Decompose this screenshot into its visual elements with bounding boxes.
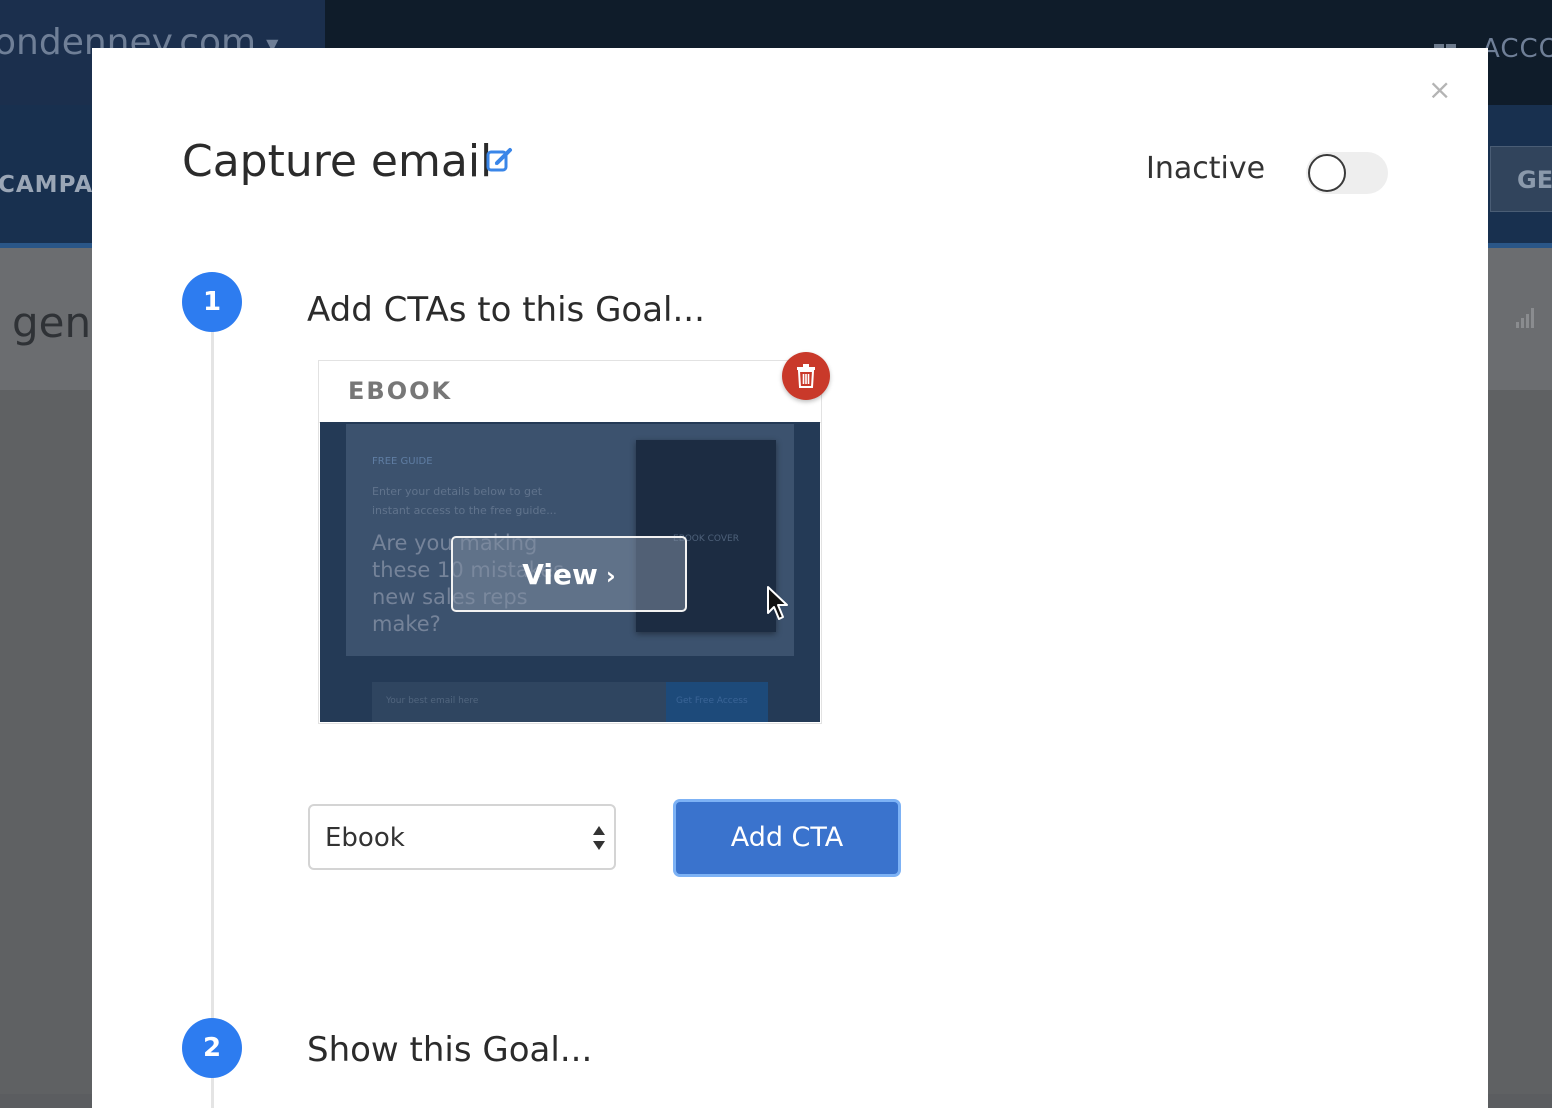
preview-email-input: Your best email here (372, 682, 666, 722)
cta-card: EBOOK FREE GUIDE Enter your details belo… (318, 360, 822, 724)
cta-type-label: EBOOK (319, 361, 821, 423)
select-arrows-icon (593, 826, 605, 850)
step-1-badge: 1 (182, 272, 242, 332)
chevron-right-icon: › (605, 562, 616, 590)
status-label: Inactive (1146, 151, 1266, 186)
view-cta-button[interactable]: View › (451, 536, 687, 612)
page-heading: gen (12, 298, 92, 347)
add-cta-button[interactable]: Add CTA (676, 802, 898, 874)
cta-preview: FREE GUIDE Enter your details below to g… (320, 422, 820, 722)
cta-select-value: Ebook (325, 823, 405, 853)
toggle-knob (1308, 154, 1346, 192)
preview-input-placeholder: Your best email here (386, 696, 479, 706)
edit-icon[interactable] (485, 145, 515, 175)
goal-title: Capture email (182, 136, 493, 187)
step-2-badge: 2 (182, 1018, 242, 1078)
view-label: View (522, 558, 598, 591)
delete-cta-button[interactable] (782, 352, 830, 400)
mouse-pointer-icon (767, 586, 788, 620)
preview-kicker: FREE GUIDE (372, 456, 433, 467)
trash-icon (797, 364, 815, 388)
timeline-line (211, 308, 214, 1108)
cta-type-select[interactable]: Ebook (308, 804, 616, 870)
preview-submit-label: Get Free Access (676, 696, 748, 706)
goal-modal: × Capture email Inactive 1 Add CTAs to t… (92, 48, 1488, 1108)
account-menu[interactable]: ACCOUNT (1482, 34, 1552, 64)
step-1-title: Add CTAs to this Goal... (307, 290, 705, 330)
preview-submit-button: Get Free Access (666, 682, 768, 722)
step-2-title: Show this Goal... (307, 1030, 593, 1070)
nav-action-button[interactable]: GET (1490, 146, 1552, 212)
signal-bars-icon (1516, 308, 1536, 328)
close-icon[interactable]: × (1428, 76, 1451, 104)
preview-subtext: Enter your details below to get instant … (372, 485, 557, 517)
active-toggle[interactable] (1306, 152, 1388, 194)
